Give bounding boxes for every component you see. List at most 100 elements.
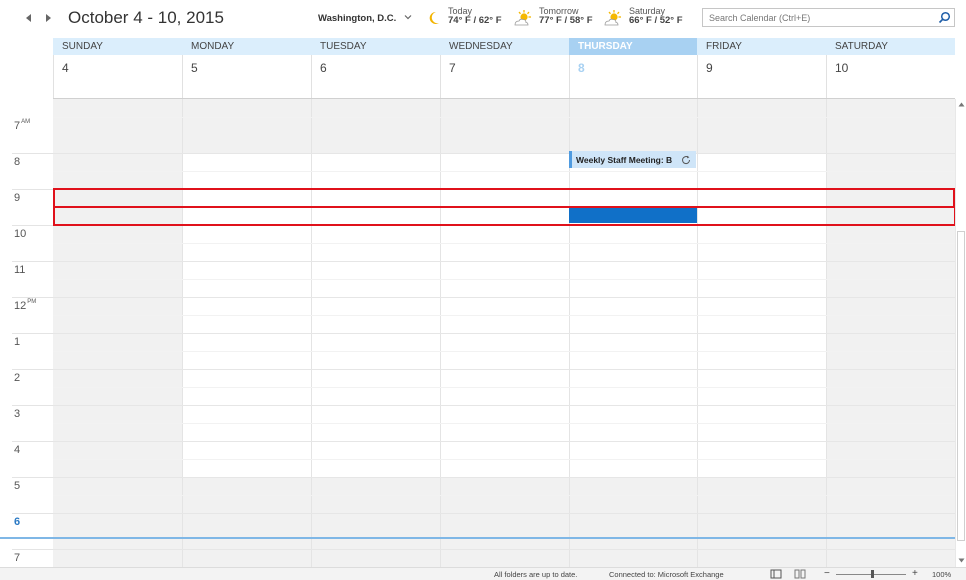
all-day-cell-monday[interactable]: 5 [182, 55, 311, 98]
date-range-title: October 4 - 10, 2015 [68, 8, 224, 27]
day-name-friday: FRIDAY [697, 38, 826, 55]
day-date-sunday: 4 [62, 61, 69, 75]
current-time-indicator-left [0, 537, 53, 539]
day-date-wednesday: 7 [449, 61, 456, 75]
zoom-out-button[interactable]: − [824, 568, 830, 579]
zoom-level: 100% [932, 570, 952, 579]
day-date-monday: 5 [191, 61, 198, 75]
normal-view-icon[interactable] [770, 569, 782, 579]
hour-divider [12, 261, 53, 262]
non-working-shade [183, 477, 311, 567]
hour-label: 2 [14, 372, 21, 384]
non-working-shade [183, 99, 311, 153]
zoom-in-button[interactable]: + [912, 568, 918, 579]
all-day-cell-wednesday[interactable]: 7 [440, 55, 569, 98]
hour-label: 5 [14, 480, 21, 492]
non-working-shade [698, 99, 826, 153]
status-bar: All folders are up to date. Connected to… [0, 567, 966, 580]
hour-label: 7AM [14, 119, 31, 132]
non-working-shade [698, 477, 826, 567]
previous-week-arrow-icon[interactable] [24, 13, 34, 23]
sync-status: All folders are up to date. [494, 570, 578, 579]
all-day-cell-saturday[interactable]: 10 [826, 55, 955, 98]
hour-line [53, 333, 955, 334]
all-day-cell-thursday[interactable]: 8 [569, 55, 697, 98]
calendar-toolbar: October 4 - 10, 2015 Washington, D.C. To… [0, 0, 966, 38]
scroll-up-arrow-icon[interactable] [958, 101, 965, 108]
hour-line [53, 549, 955, 550]
reading-view-icon[interactable] [794, 569, 806, 579]
hour-line [53, 513, 955, 514]
day-name-monday: MONDAY [182, 38, 311, 55]
half-hour-line [53, 459, 955, 460]
non-working-shade [312, 477, 440, 567]
weather-location[interactable]: Washington, D.C. [318, 13, 396, 24]
recurring-icon [682, 155, 691, 165]
hour-line [53, 297, 955, 298]
hour-line [53, 477, 955, 478]
weather-today-temp: 74° F / 62° F [448, 15, 502, 26]
hour-line [53, 405, 955, 406]
sun-behind-cloud-icon [514, 10, 531, 26]
hour-divider [12, 369, 53, 370]
selected-time-slot[interactable] [569, 207, 697, 223]
hour-line [53, 261, 955, 262]
weather-saturday-temp: 66° F / 52° F [629, 15, 683, 26]
scroll-down-arrow-icon[interactable] [958, 557, 965, 564]
day-date-saturday: 10 [835, 61, 849, 75]
hour-divider [12, 189, 53, 190]
half-hour-line [53, 279, 955, 280]
half-hour-line [53, 351, 955, 352]
day-name-saturday: SATURDAY [826, 38, 955, 55]
hour-label: 11 [14, 264, 26, 276]
hour-line [53, 369, 955, 370]
vertical-scrollbar[interactable] [955, 99, 966, 567]
half-hour-line [53, 387, 955, 388]
non-working-shade [570, 99, 697, 153]
search-calendar-input[interactable] [703, 9, 931, 26]
hour-divider [12, 225, 53, 226]
all-day-cell-friday[interactable]: 9 [697, 55, 826, 98]
half-hour-line [53, 207, 955, 208]
calendar-grid[interactable]: Weekly Staff Meeting: B [53, 99, 955, 567]
non-working-shade [441, 99, 569, 153]
hour-divider [12, 513, 53, 514]
next-week-arrow-icon[interactable] [43, 13, 53, 23]
day-date-tuesday: 6 [320, 61, 327, 75]
scrollbar-thumb[interactable] [957, 231, 965, 541]
hour-line [53, 189, 955, 190]
non-working-shade [312, 99, 440, 153]
non-working-shade [441, 477, 569, 567]
sun-behind-cloud-icon [604, 10, 621, 26]
half-hour-line [53, 171, 955, 172]
hour-divider [12, 549, 53, 550]
all-day-cell-sunday[interactable]: 4 [53, 55, 182, 98]
half-hour-line [53, 423, 955, 424]
half-hour-line [53, 495, 955, 496]
hour-label: 12PM [14, 299, 37, 312]
half-hour-line [53, 117, 955, 118]
hour-divider [12, 333, 53, 334]
zoom-slider-thumb[interactable] [871, 570, 874, 578]
hour-divider [12, 477, 53, 478]
connection-status: Connected to: Microsoft Exchange [609, 570, 724, 579]
non-working-shade [570, 477, 697, 567]
crescent-moon-icon [429, 11, 439, 24]
hour-line [53, 441, 955, 442]
hour-line [53, 153, 955, 154]
time-ruler: 7AM 8 9 10 11 12PM 1 2 3 4 5 6 7 [0, 99, 53, 567]
calendar-event[interactable]: Weekly Staff Meeting: B [569, 151, 696, 168]
event-title: Weekly Staff Meeting: B [576, 155, 673, 165]
hour-line [53, 225, 955, 226]
hour-label: 1 [14, 336, 21, 348]
hour-label: 7 [14, 552, 21, 564]
hour-label: 9 [14, 192, 21, 204]
day-name-sunday: SUNDAY [53, 38, 182, 55]
search-icon[interactable] [938, 11, 951, 24]
hour-label: 4 [14, 444, 21, 456]
weather-tomorrow-temp: 77° F / 58° F [539, 15, 593, 26]
all-day-cell-tuesday[interactable]: 6 [311, 55, 440, 98]
chevron-down-icon[interactable] [404, 13, 412, 21]
day-date-thursday: 8 [578, 61, 585, 75]
hour-divider [12, 297, 53, 298]
